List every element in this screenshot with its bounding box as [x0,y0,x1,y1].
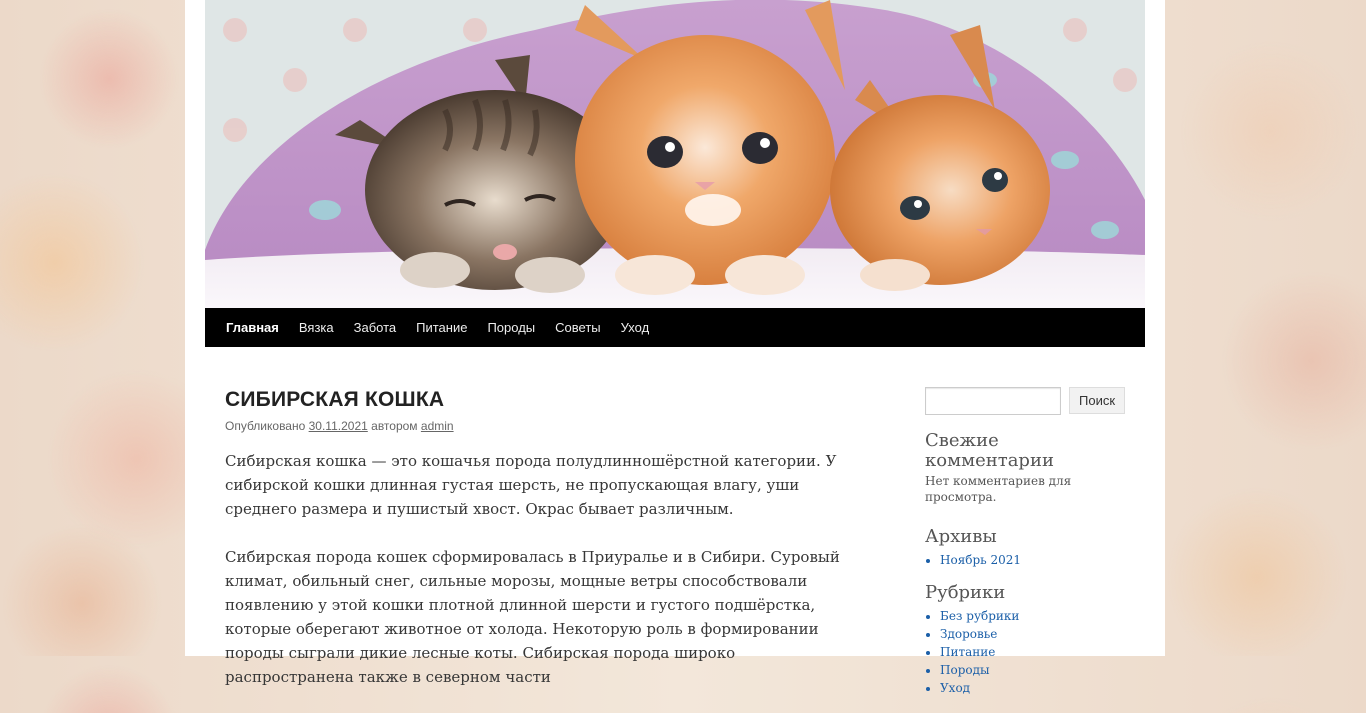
sidebar: Поиск Свежие комментарии Нет комментарие… [925,387,1126,697]
category-link[interactable]: Без рубрики [940,609,1019,623]
nav-item-home[interactable]: Главная [216,308,289,347]
meta-published-label: Опубликовано [225,419,306,433]
post-paragraph: Сибирская кошка — это кошачья порода пол… [225,452,837,518]
category-item[interactable]: Без рубрики [940,607,1125,625]
category-link[interactable]: Питание [940,645,995,659]
categories-list: Без рубрики Здоровье Питание Породы Уход [925,607,1125,697]
archive-link[interactable]: Ноябрь 2021 [940,553,1021,567]
widget-title: Свежие комментарии [925,430,1054,471]
nav-item-food[interactable]: Питание [406,308,477,347]
post-paragraph: Сибирская порода кошек сформировалась в … [225,548,840,686]
search-button[interactable]: Поиск [1069,387,1126,414]
post-meta: Опубликовано 30.11.2021 автором admin [225,417,865,435]
nav-item-tips[interactable]: Советы [545,308,610,347]
main-navigation: Главная Вязка Забота Питание Породы Сове… [205,308,1145,347]
meta-author-label: автором [371,419,418,433]
widget-recent-comments: Свежие комментарии Нет комментариев для … [925,431,1125,505]
nav-item-breeds[interactable]: Породы [477,308,545,347]
category-link[interactable]: Здоровье [940,627,997,641]
category-item[interactable]: Уход [940,679,1125,697]
category-link[interactable]: Породы [940,663,990,677]
nav-menu: Главная Вязка Забота Питание Породы Сове… [205,308,1145,347]
search-form: Поиск [925,387,1126,415]
post-date-link[interactable]: 30.11.2021 [309,419,368,433]
nav-item-grooming[interactable]: Уход [611,308,660,347]
category-item[interactable]: Породы [940,661,1125,679]
widget-archives: Архивы Ноябрь 2021 [925,527,1125,569]
archive-item[interactable]: Ноябрь 2021 [940,551,1125,569]
post-content: СИБИРСКАЯ КОШКА Опубликовано 30.11.2021 … [225,385,865,713]
widget-categories: Рубрики Без рубрики Здоровье Питание Пор… [925,583,1125,697]
category-item[interactable]: Здоровье [940,625,1125,643]
nav-item-care[interactable]: Забота [344,308,407,347]
post-title[interactable]: СИБИРСКАЯ КОШКА [225,385,865,415]
post-body: Сибирская кошка — это кошачья порода пол… [225,449,865,689]
widget-title: Рубрики [925,582,1006,603]
nav-item-mating[interactable]: Вязка [289,308,344,347]
search-input[interactable] [925,387,1061,415]
page-wrapper: Главная Вязка Забота Питание Породы Сове… [185,0,1165,695]
widget-title: Архивы [925,526,997,547]
post-author-link[interactable]: admin [421,419,454,433]
no-comments-text: Нет комментариев для просмотра. [925,474,1072,504]
category-link[interactable]: Уход [940,681,970,695]
header-image [205,0,1145,308]
kittens-photo [205,0,1145,308]
category-item[interactable]: Питание [940,643,1125,661]
archives-list: Ноябрь 2021 [925,551,1125,569]
